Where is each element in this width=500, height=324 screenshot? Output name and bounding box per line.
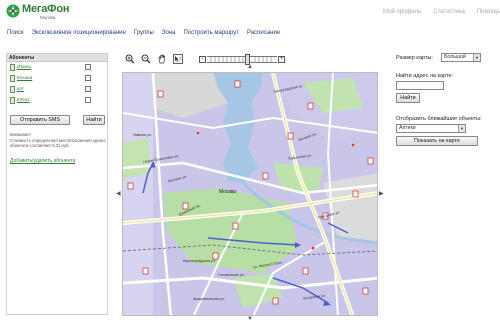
zoom-in-icon[interactable] bbox=[125, 54, 135, 64]
subscriber-name[interactable]: Ивана bbox=[17, 65, 31, 70]
nearby-objects-value: Аптеки bbox=[399, 125, 416, 131]
nav-exclusive-positioning[interactable]: Эксклюзивное позиционирование bbox=[32, 30, 126, 36]
subscriber-row: Ксюша bbox=[7, 73, 107, 84]
map-toolbar: ? - + bbox=[125, 53, 285, 65]
find-subscriber-button[interactable]: Найти bbox=[83, 115, 105, 125]
chevron-down-icon[interactable]: ▼ bbox=[473, 54, 480, 61]
subscriber-name[interactable]: кот bbox=[17, 87, 24, 92]
subscriber-row: Ивана bbox=[7, 62, 107, 73]
pan-right-arrow-icon[interactable]: ▶ bbox=[379, 190, 384, 197]
map-street-label: Академическая ул. bbox=[193, 297, 225, 301]
notice-text: Стоимость определения местоположения одн… bbox=[10, 138, 106, 149]
phone-icon bbox=[10, 86, 15, 93]
brand-logo[interactable]: МегаФон Москва bbox=[6, 3, 70, 21]
zoom-out-button[interactable]: - bbox=[199, 55, 206, 63]
nav-groups[interactable]: Группы bbox=[134, 30, 154, 36]
pan-up-arrow-icon[interactable]: ▲ bbox=[247, 64, 253, 70]
notice-heading: Внимание! bbox=[10, 132, 31, 137]
pan-down-arrow-icon[interactable]: ▼ bbox=[247, 316, 253, 322]
address-find-button[interactable]: Найти bbox=[396, 93, 420, 103]
subscribers-title: Абоненты bbox=[7, 54, 107, 62]
subscriber-checkbox[interactable] bbox=[85, 97, 91, 103]
send-sms-button[interactable]: Отправить SMS bbox=[10, 115, 70, 125]
subscribers-panel: Абоненты Ивана Ксюша кот Юля2 Отправить … bbox=[6, 53, 108, 315]
phone-icon bbox=[10, 75, 15, 82]
header: МегаФон Москва Мой профиль Статистика По… bbox=[0, 0, 500, 26]
phone-icon bbox=[10, 64, 15, 71]
main-nav: Поиск Эксклюзивное позиционирование Груп… bbox=[7, 30, 280, 36]
top-links: Мой профиль Статистика Помощь bbox=[383, 9, 500, 15]
phone-icon bbox=[10, 97, 15, 104]
megafon-logo-icon bbox=[6, 4, 20, 18]
map-canvas bbox=[123, 73, 377, 315]
nav-schedule[interactable]: Расписание bbox=[247, 30, 280, 36]
zoom-out-icon[interactable] bbox=[141, 54, 151, 64]
brand-region: Москва bbox=[40, 15, 56, 20]
map-size-value: Большой bbox=[444, 54, 466, 60]
nearby-objects-select[interactable]: Аптеки ▼ bbox=[396, 124, 466, 133]
subscriber-name[interactable]: Ксюша bbox=[17, 76, 32, 81]
map-street-label: Нижняя ул. bbox=[133, 133, 152, 137]
zoom-slider-handle[interactable] bbox=[245, 53, 250, 65]
nav-search[interactable]: Поиск bbox=[7, 30, 24, 36]
add-remove-subscriber-link[interactable]: Добавить/удалить абонента bbox=[10, 158, 75, 164]
pan-left-arrow-icon[interactable]: ◀ bbox=[116, 190, 121, 197]
map-street-label: Головинская ул. bbox=[218, 273, 245, 277]
top-link-help[interactable]: Помощь bbox=[477, 9, 500, 15]
map-street-label: Кировоградская ул. bbox=[183, 259, 216, 263]
pan-hand-icon[interactable] bbox=[157, 54, 167, 64]
address-search-input[interactable] bbox=[396, 81, 444, 90]
subscriber-checkbox[interactable] bbox=[85, 64, 91, 70]
zoom-slider[interactable] bbox=[207, 53, 277, 65]
zoom-in-button[interactable]: + bbox=[278, 55, 285, 63]
nearby-objects-label: Отобразить ближайшие объекты: bbox=[396, 116, 482, 122]
map-size-label: Размер карты: bbox=[396, 55, 433, 61]
svg-text:?: ? bbox=[179, 56, 182, 61]
help-cursor-icon[interactable]: ? bbox=[173, 54, 183, 64]
brand-name: МегаФон bbox=[22, 3, 70, 15]
chevron-down-icon[interactable]: ▼ bbox=[458, 125, 465, 132]
subscriber-name[interactable]: Юля2 bbox=[17, 98, 30, 103]
nav-build-route[interactable]: Построить маршрут bbox=[183, 30, 239, 36]
subscriber-row: Юля2 bbox=[7, 95, 107, 106]
map-view[interactable]: Москва Ленинградское ш. Беговая ул. Ходы… bbox=[122, 72, 378, 316]
map-city-label: Москва bbox=[219, 189, 237, 195]
subscriber-checkbox[interactable] bbox=[85, 75, 91, 81]
nav-zone[interactable]: Зона bbox=[162, 30, 176, 36]
address-search-label: Найти адрес на карте: bbox=[396, 73, 454, 79]
subscriber-checkbox[interactable] bbox=[85, 86, 91, 92]
top-link-statistics[interactable]: Статистика bbox=[433, 9, 465, 15]
subscriber-row: кот bbox=[7, 84, 107, 95]
top-link-profile[interactable]: Мой профиль bbox=[383, 9, 421, 15]
show-on-map-button[interactable]: Показать на карте bbox=[396, 136, 478, 146]
map-size-select[interactable]: Большой ▼ bbox=[441, 53, 481, 62]
